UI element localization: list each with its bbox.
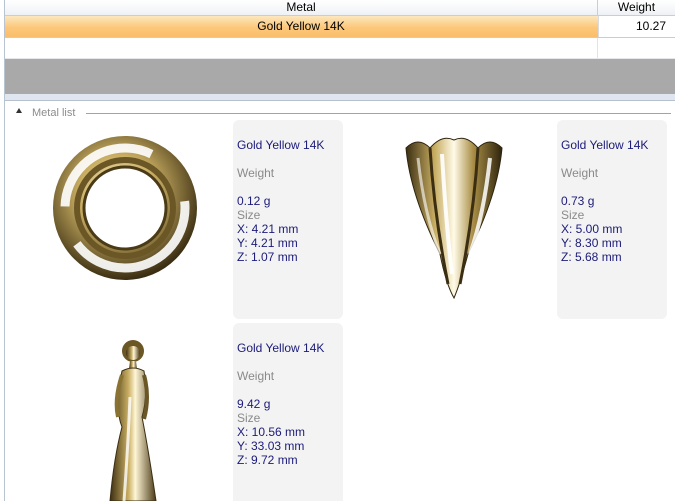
item-size-z: Z: 1.07 mm bbox=[237, 250, 298, 264]
collapse-triangle-icon[interactable] bbox=[16, 108, 22, 113]
grid-header: Metal Weight bbox=[5, 0, 675, 16]
item-size-label: Size bbox=[561, 208, 585, 222]
metal-list-panel: Metal list Gold Yellow 14K Weight 0.12 g… bbox=[5, 101, 675, 501]
item-card[interactable]: Gold Yellow 14K Weight 0.12 g Size X: 4.… bbox=[233, 120, 343, 319]
group-divider-line bbox=[86, 113, 671, 114]
figure-thumbnail[interactable] bbox=[100, 337, 170, 501]
splitter-bar[interactable] bbox=[5, 94, 675, 101]
item-weight-value: 9.42 g bbox=[237, 397, 271, 411]
column-divider bbox=[597, 38, 598, 58]
item-size-label: Size bbox=[237, 208, 261, 222]
item-size-y: Y: 33.03 mm bbox=[237, 439, 305, 453]
metal-list-group-header[interactable]: Metal list bbox=[16, 106, 671, 120]
prong-thumbnail[interactable] bbox=[398, 134, 510, 304]
item-size-x: X: 10.56 mm bbox=[237, 425, 306, 439]
column-header-metal[interactable]: Metal bbox=[5, 0, 598, 15]
item-weight-label: Weight bbox=[237, 166, 275, 180]
weight-cell[interactable]: 10.27 bbox=[598, 16, 675, 37]
item-size-x: X: 5.00 mm bbox=[561, 222, 623, 236]
metal-cell[interactable]: Gold Yellow 14K bbox=[5, 16, 597, 37]
item-weight-value: 0.73 g bbox=[561, 194, 595, 208]
item-size-x: X: 4.21 mm bbox=[237, 222, 299, 236]
item-metal-name: Gold Yellow 14K bbox=[237, 138, 325, 152]
metal-list-title: Metal list bbox=[32, 107, 76, 119]
item-card[interactable]: Gold Yellow 14K Weight 9.42 g Size X: 10… bbox=[233, 323, 343, 501]
table-row[interactable]: Gold Yellow 14K 10.27 bbox=[5, 16, 675, 38]
item-card[interactable]: Gold Yellow 14K Weight 0.73 g Size X: 5.… bbox=[557, 120, 667, 319]
item-weight-label: Weight bbox=[237, 369, 275, 383]
column-header-weight[interactable]: Weight bbox=[598, 0, 675, 15]
item-weight-value: 0.12 g bbox=[237, 194, 271, 208]
item-size-label: Size bbox=[237, 411, 261, 425]
item-size-y: Y: 8.30 mm bbox=[561, 236, 622, 250]
item-weight-label: Weight bbox=[561, 166, 599, 180]
item-size-y: Y: 4.21 mm bbox=[237, 236, 298, 250]
item-metal-name: Gold Yellow 14K bbox=[561, 138, 649, 152]
new-row[interactable] bbox=[5, 38, 675, 59]
ring-thumbnail[interactable] bbox=[40, 133, 210, 283]
item-size-z: Z: 9.72 mm bbox=[237, 453, 298, 467]
item-metal-name: Gold Yellow 14K bbox=[237, 341, 325, 355]
item-size-z: Z: 5.68 mm bbox=[561, 250, 622, 264]
grid-empty-area bbox=[5, 59, 675, 94]
